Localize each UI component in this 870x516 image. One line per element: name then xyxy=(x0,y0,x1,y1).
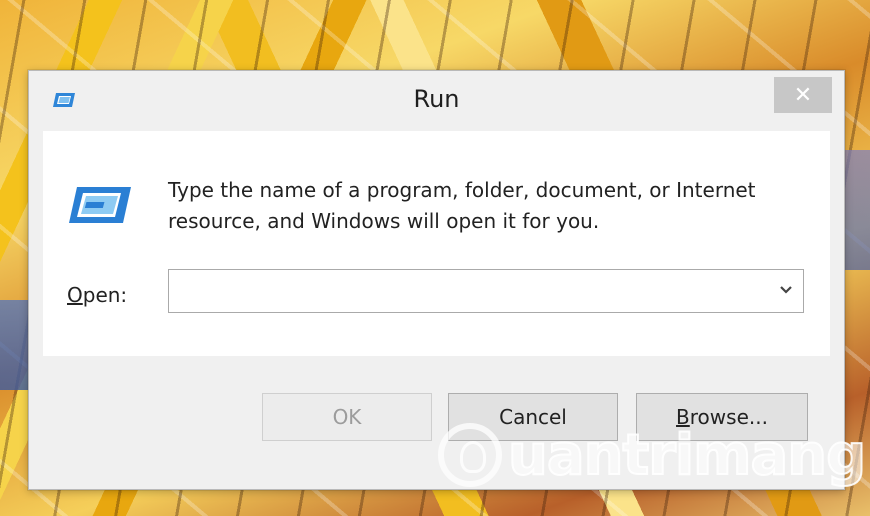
run-program-icon xyxy=(69,187,131,223)
ok-button[interactable]: OK xyxy=(262,393,432,441)
watermark: uantrimang xyxy=(438,415,870,495)
window-title: Run xyxy=(413,85,460,113)
wallpaper-detail xyxy=(0,300,30,390)
lightbulb-icon xyxy=(438,423,502,487)
open-input[interactable] xyxy=(169,270,769,312)
watermark-text: uantrimang xyxy=(507,422,867,489)
dialog-body: Type the name of a program, folder, docu… xyxy=(43,131,830,356)
open-label: Open: xyxy=(67,283,128,307)
instruction-text: Type the name of a program, folder, docu… xyxy=(168,178,756,233)
close-icon: ✕ xyxy=(793,82,813,108)
chevron-down-icon[interactable] xyxy=(777,281,795,299)
title-bar[interactable]: Run ✕ xyxy=(29,71,844,127)
open-combobox[interactable] xyxy=(168,269,804,313)
close-button[interactable]: ✕ xyxy=(774,77,832,113)
